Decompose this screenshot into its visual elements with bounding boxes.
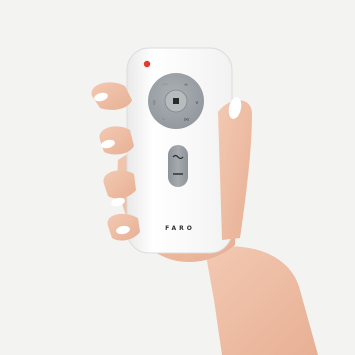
brand-logo: FARO bbox=[165, 225, 195, 232]
power-led-icon bbox=[143, 60, 151, 68]
svg-text:≈: ≈ bbox=[184, 82, 188, 88]
svg-text:∨: ∨ bbox=[195, 100, 199, 106]
forearm bbox=[205, 246, 318, 355]
directional-dial-icon: ◦◦ ≈ ◊ ∨ ◦ ⋈ bbox=[148, 73, 204, 129]
svg-text:⋈: ⋈ bbox=[184, 117, 189, 123]
thumb bbox=[218, 97, 252, 240]
center-stop-button-icon bbox=[173, 98, 179, 104]
photo-illustration: ◦◦ ≈ ◊ ∨ ◦ ⋈ bbox=[91, 47, 318, 355]
product-photo: ◦◦ ≈ ◊ ∨ ◦ ⋈ FARO bbox=[0, 0, 355, 355]
remote-control: ◦◦ ≈ ◊ ∨ ◦ ⋈ bbox=[126, 47, 233, 254]
rocker-button-icon bbox=[168, 145, 188, 187]
svg-text:◦: ◦ bbox=[162, 117, 165, 123]
svg-text:◦◦: ◦◦ bbox=[162, 82, 168, 88]
